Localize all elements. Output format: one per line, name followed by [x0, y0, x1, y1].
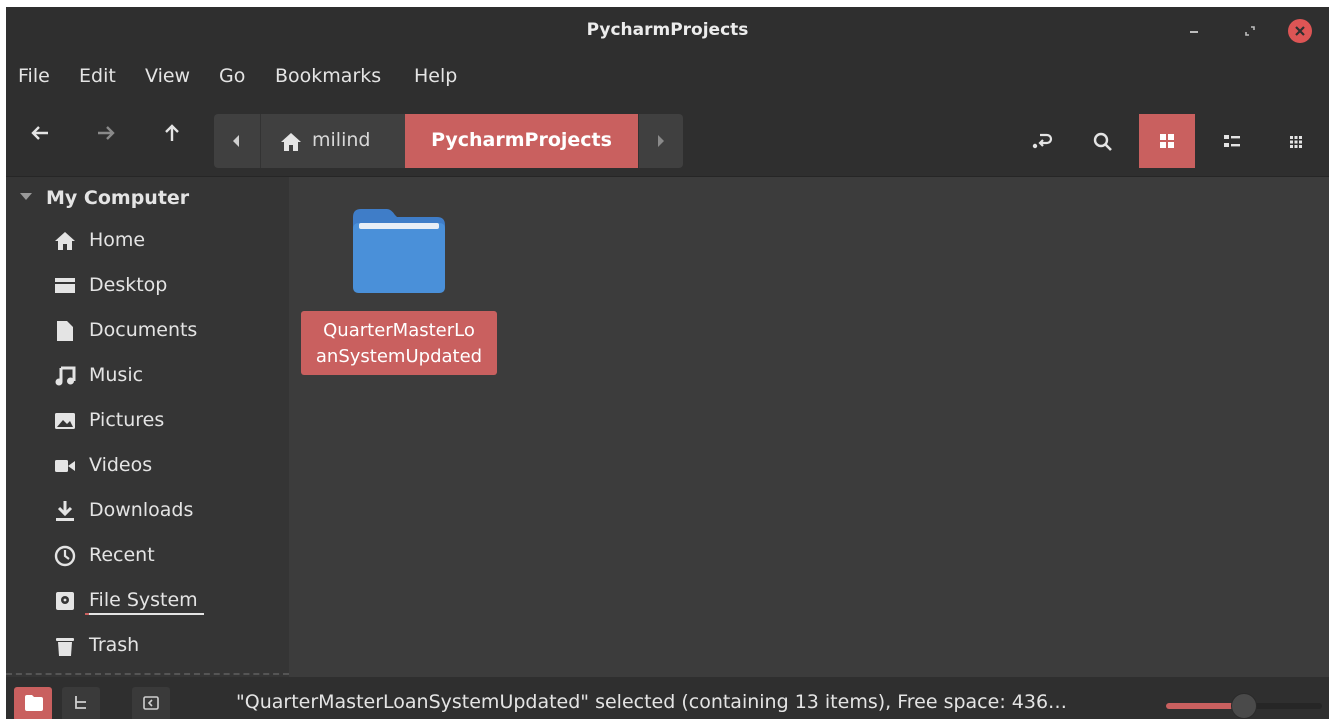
arrow-up-icon [165, 124, 179, 141]
sidebar-item-label: Recent [89, 544, 155, 566]
zoom-handle[interactable] [1231, 693, 1257, 719]
disk-usage-bar [85, 613, 204, 615]
menu-file[interactable]: File [12, 65, 56, 87]
list-view-icon [1224, 135, 1240, 147]
breadcrumb-home-label: milind [312, 129, 371, 151]
sidebar-item-label: Videos [89, 454, 153, 476]
arrow-right-icon [98, 126, 115, 140]
sidebar-divider [6, 673, 289, 675]
folder-name: QuarterMasterLo anSystemUpdated [301, 311, 497, 375]
sidebar-item-downloads[interactable]: Downloads [54, 491, 274, 531]
path-scroll-right-button[interactable] [638, 114, 683, 168]
sidebar-item-music[interactable]: Music [54, 356, 274, 396]
sidebar-section-my-computer[interactable]: My Computer [20, 187, 189, 209]
path-bar: milind PycharmProjects [214, 114, 683, 168]
zoom-slider[interactable] [1166, 691, 1322, 719]
folder-icon [353, 209, 445, 293]
sidebar-item-label: Music [89, 364, 144, 386]
music-icon [55, 366, 76, 386]
menu-bookmarks[interactable]: Bookmarks [269, 65, 387, 87]
home-icon [281, 133, 301, 151]
desktop-icon [55, 278, 75, 293]
sidebar-item-label: File System [89, 589, 198, 611]
menu-edit[interactable]: Edit [73, 65, 122, 87]
up-button[interactable] [154, 115, 190, 151]
search-button[interactable] [1074, 114, 1130, 168]
compact-view-button[interactable] [1268, 114, 1324, 168]
toggle-sidebar-button[interactable] [132, 687, 170, 719]
show-places-button[interactable] [14, 687, 52, 719]
minimize-button[interactable] [1182, 19, 1206, 43]
sidebar-header-label: My Computer [46, 187, 190, 209]
breadcrumb-current-label: PycharmProjects [431, 129, 612, 151]
sidebar-item-label: Desktop [89, 274, 168, 296]
sidebar-item-file-system[interactable]: File System [54, 581, 274, 621]
pictures-icon [55, 413, 75, 429]
title-bar[interactable]: PycharmProjects [6, 7, 1329, 56]
sidebar-item-home[interactable]: Home [54, 221, 274, 261]
download-icon [56, 501, 74, 521]
toolbar: milind PycharmProjects [6, 98, 1329, 177]
breadcrumb-home[interactable]: milind [261, 114, 405, 168]
sidebar-item-trash[interactable]: Trash [54, 626, 274, 666]
list-view-button[interactable] [1204, 114, 1260, 168]
sidebar: My Computer Home Desktop Documents Music… [6, 177, 289, 677]
sidebar-item-recent[interactable]: Recent [54, 536, 274, 576]
menu-go[interactable]: Go [213, 65, 251, 87]
search-icon [1093, 132, 1112, 151]
path-scroll-left-button[interactable] [214, 114, 261, 168]
toggle-location-button[interactable] [1014, 114, 1070, 168]
sidebar-item-label: Documents [89, 319, 198, 341]
video-icon [55, 460, 75, 472]
back-button[interactable] [22, 115, 58, 151]
sidebar-item-label: Downloads [89, 499, 194, 521]
tree-icon [75, 696, 86, 709]
status-text: "QuarterMasterLoanSystemUpdated" selecte… [236, 691, 1068, 713]
folder-name-line: anSystemUpdated [315, 346, 483, 367]
recent-icon [54, 545, 76, 567]
arrow-left-icon [31, 126, 48, 140]
icon-view-button[interactable] [1139, 114, 1195, 168]
file-view[interactable]: QuarterMasterLo anSystemUpdated [289, 177, 1329, 677]
show-treeview-button[interactable] [62, 687, 100, 719]
location-toggle-icon [1032, 133, 1053, 149]
chevron-left-icon [233, 135, 239, 147]
file-manager-window: PycharmProjects File Edit View Go Bookma… [6, 7, 1329, 719]
sidebar-item-desktop[interactable]: Desktop [54, 266, 274, 306]
sidebar-item-label: Pictures [89, 409, 165, 431]
close-button[interactable] [1288, 19, 1312, 43]
sidebar-item-documents[interactable]: Documents [54, 311, 274, 351]
sidebar-item-label: Trash [89, 634, 140, 656]
menu-view[interactable]: View [139, 65, 196, 87]
folder-icon [25, 695, 43, 711]
window-title: PycharmProjects [586, 20, 749, 40]
folder-name-line: QuarterMasterLo [323, 320, 475, 341]
menu-bar: File Edit View Go Bookmarks Help [6, 56, 1329, 98]
trash-icon [56, 638, 74, 656]
menu-help[interactable]: Help [408, 65, 463, 87]
sidebar-item-pictures[interactable]: Pictures [54, 401, 274, 441]
document-icon [57, 321, 73, 341]
maximize-button[interactable] [1238, 19, 1262, 43]
sidebar-toggle-icon [143, 696, 159, 710]
compact-view-icon [1290, 136, 1302, 148]
status-bar: "QuarterMasterLoanSystemUpdated" selecte… [6, 677, 1329, 719]
grid-view-icon [1160, 134, 1174, 148]
sidebar-item-label: Home [89, 229, 146, 251]
sidebar-item-videos[interactable]: Videos [54, 446, 274, 486]
forward-button[interactable] [88, 115, 124, 151]
home-icon [55, 232, 75, 250]
collapse-triangle-icon [20, 193, 32, 200]
breadcrumb-current[interactable]: PycharmProjects [405, 114, 638, 168]
drive-icon [56, 592, 74, 610]
chevron-right-icon [658, 135, 664, 147]
